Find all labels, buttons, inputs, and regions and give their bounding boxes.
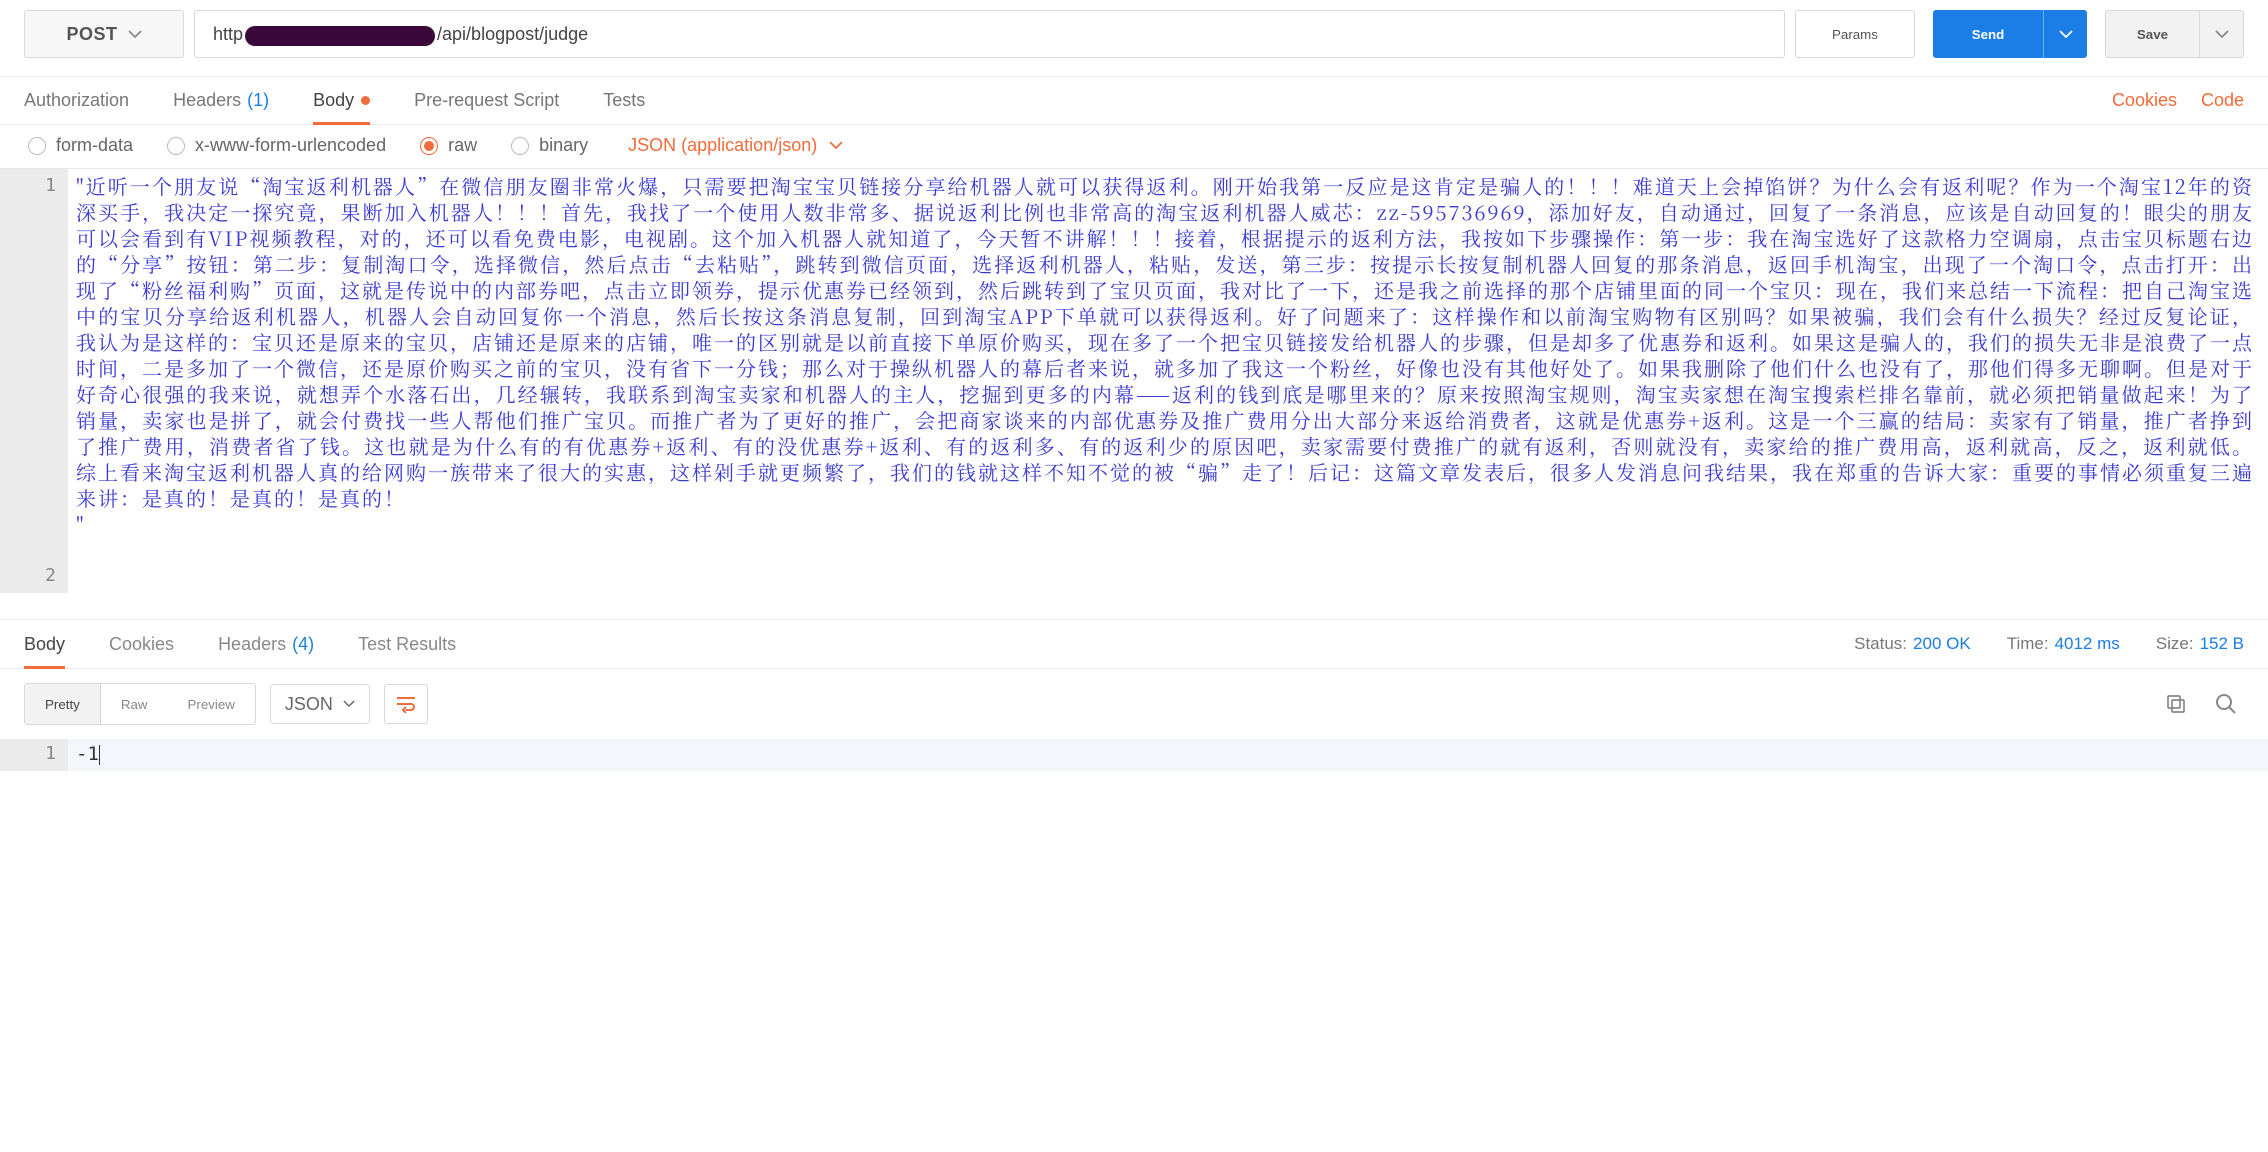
http-method-value: POST	[66, 24, 117, 45]
request-tabs: Authorization Headers (1) Body Pre-reque…	[0, 77, 2268, 125]
radio-form-data[interactable]: form-data	[28, 135, 133, 156]
tab-body[interactable]: Body	[313, 77, 370, 124]
send-button[interactable]: Send	[1933, 10, 2043, 58]
chevron-down-icon	[128, 30, 142, 39]
request-body-editor[interactable]: 1 2 "近听一个朋友说“淘宝返利机器人”在微信朋友圈非常火爆，只需要把淘宝宝贝…	[0, 169, 2268, 593]
tab-authorization[interactable]: Authorization	[24, 77, 129, 124]
send-dropdown[interactable]	[2043, 10, 2087, 58]
resp-tab-body[interactable]: Body	[24, 620, 65, 668]
response-body-editor[interactable]: 1 -1	[0, 739, 2268, 771]
view-preview[interactable]: Preview	[167, 684, 254, 724]
response-meta: Status:200 OK Time:4012 ms Size:152 B	[1854, 634, 2244, 654]
tab-tests[interactable]: Tests	[603, 77, 645, 124]
format-value: JSON	[285, 694, 333, 715]
response-body-text: -1	[68, 739, 2268, 771]
size-label: Size:152 B	[2156, 634, 2244, 654]
wrap-icon	[395, 695, 417, 713]
response-format-select[interactable]: JSON	[270, 684, 370, 724]
chevron-down-icon	[829, 141, 843, 150]
chevron-down-icon	[343, 700, 355, 708]
copy-icon	[2165, 693, 2187, 715]
text-cursor	[99, 745, 100, 765]
url-part-suffix: /api/blogpost/judge	[437, 24, 588, 45]
status-value: 200 OK	[1913, 634, 1971, 653]
search-icon	[2215, 693, 2237, 715]
response-tabs: Body Cookies Headers (4) Test Results St…	[0, 619, 2268, 669]
radio-icon	[420, 137, 438, 155]
save-group: Save	[2105, 10, 2244, 58]
resp-headers-count: (4)	[292, 634, 314, 655]
save-dropdown[interactable]	[2200, 10, 2244, 58]
headers-count: (1)	[247, 90, 269, 111]
url-part-prefix: http	[213, 24, 243, 45]
radio-icon	[511, 137, 529, 155]
radio-binary[interactable]: binary	[511, 135, 588, 156]
resp-tab-cookies[interactable]: Cookies	[109, 620, 174, 668]
resp-tab-headers-label: Headers	[218, 634, 286, 655]
view-mode-segment: Pretty Raw Preview	[24, 683, 256, 725]
content-type-value: JSON (application/json)	[628, 135, 817, 156]
line-number: 2	[0, 563, 56, 589]
line-gutter: 1 2	[0, 169, 68, 593]
radio-urlencoded[interactable]: x-www-form-urlencoded	[167, 135, 386, 156]
radio-icon	[167, 137, 185, 155]
content-type-select[interactable]: JSON (application/json)	[628, 135, 843, 156]
send-group: Send	[1933, 10, 2087, 58]
view-pretty[interactable]: Pretty	[25, 684, 101, 724]
response-toolbar: Pretty Raw Preview JSON	[0, 669, 2268, 739]
http-method-select[interactable]: POST	[24, 10, 184, 58]
time-value: 4012 ms	[2055, 634, 2120, 653]
right-links: Cookies Code	[2112, 90, 2244, 111]
search-response-button[interactable]	[2208, 686, 2244, 722]
body-type-row: form-data x-www-form-urlencoded raw bina…	[0, 125, 2268, 169]
radio-icon	[28, 137, 46, 155]
request-body-text[interactable]: "近听一个朋友说“淘宝返利机器人”在微信朋友圈非常火爆，只需要把淘宝宝贝链接分享…	[68, 169, 2268, 593]
params-button[interactable]: Params	[1795, 10, 1915, 58]
line-gutter: 1	[0, 739, 68, 771]
toggle-wrap-button[interactable]	[384, 684, 428, 724]
radio-label: raw	[448, 135, 477, 156]
radio-label: form-data	[56, 135, 133, 156]
dirty-indicator-icon	[361, 96, 370, 105]
line-number: 1	[0, 741, 56, 767]
radio-raw[interactable]: raw	[420, 135, 477, 156]
size-value: 152 B	[2200, 634, 2244, 653]
save-button[interactable]: Save	[2105, 10, 2200, 58]
code-link[interactable]: Code	[2201, 90, 2244, 111]
time-label: Time:4012 ms	[2007, 634, 2120, 654]
tab-headers[interactable]: Headers (1)	[173, 77, 269, 124]
view-raw[interactable]: Raw	[101, 684, 168, 724]
status-label: Status:200 OK	[1854, 634, 1971, 654]
tab-body-label: Body	[313, 90, 354, 111]
cookies-link[interactable]: Cookies	[2112, 90, 2177, 111]
response-value: -1	[76, 743, 99, 765]
chevron-down-icon	[2215, 30, 2229, 39]
url-redacted	[245, 26, 435, 46]
chevron-down-icon	[2059, 30, 2073, 39]
json-string-literal: "近听一个朋友说“淘宝返利机器人”在微信朋友圈非常火爆，只需要把淘宝宝贝链接分享…	[76, 171, 2254, 512]
resp-tab-tests[interactable]: Test Results	[358, 620, 456, 668]
radio-label: binary	[539, 135, 588, 156]
url-input[interactable]: http/api/blogpost/judge	[194, 10, 1785, 58]
radio-label: x-www-form-urlencoded	[195, 135, 386, 156]
json-closing-quote: "	[76, 509, 84, 538]
tab-headers-label: Headers	[173, 90, 241, 111]
tab-prerequest[interactable]: Pre-request Script	[414, 77, 559, 124]
request-bar: POST http/api/blogpost/judge Params Send…	[0, 0, 2268, 77]
resp-tab-headers[interactable]: Headers (4)	[218, 620, 314, 668]
copy-response-button[interactable]	[2158, 686, 2194, 722]
line-number: 1	[0, 173, 56, 199]
